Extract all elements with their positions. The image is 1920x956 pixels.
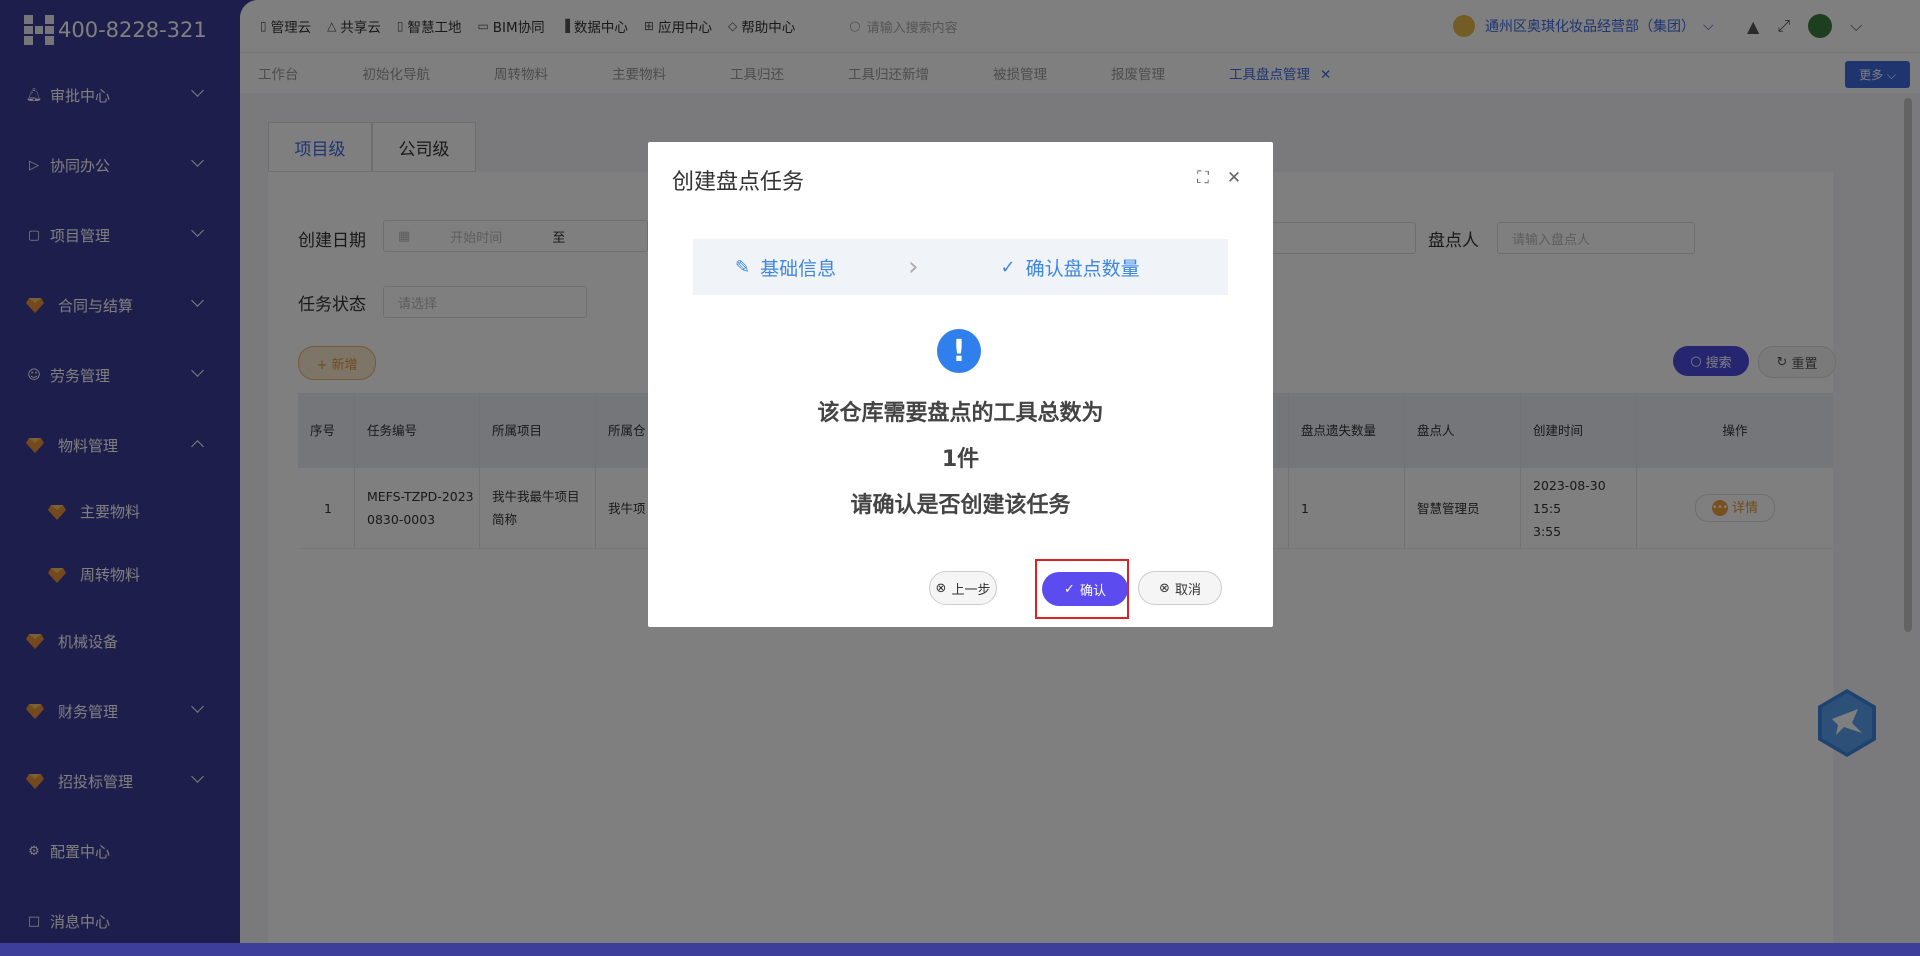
circle-x-icon: ⊗ xyxy=(935,580,947,596)
check-icon: ✓ xyxy=(1064,581,1075,597)
confirm-label: 确认 xyxy=(1079,583,1106,599)
step-confirm-quantity: ✓ 确认盘点数量 xyxy=(1001,254,1140,281)
check-circle-icon: ✓ xyxy=(1000,256,1016,278)
confirm-button[interactable]: ✓ 确认 xyxy=(1042,572,1128,606)
fullscreen-icon[interactable]: ⛶ xyxy=(1197,168,1209,188)
modal-title: 创建盘点任务 xyxy=(672,170,805,195)
step-label: 基础信息 xyxy=(760,257,837,280)
circle-x-icon: ⊗ xyxy=(1159,580,1170,596)
message-line-1: 该仓库需要盘点的工具总数为 xyxy=(817,401,1104,426)
close-icon[interactable]: ✕ xyxy=(1227,168,1241,188)
prev-label: 上一步 xyxy=(951,582,991,598)
previous-step-button[interactable]: ⊗ 上一步 xyxy=(929,571,997,605)
exclamation-icon: ! xyxy=(937,329,981,373)
cancel-button[interactable]: ⊗ 取消 xyxy=(1138,571,1222,605)
step-indicator: ✎ 基础信息 › ✓ 确认盘点数量 xyxy=(693,239,1228,295)
step-basic-info: ✎ 基础信息 xyxy=(735,254,836,281)
message-line-3: 请确认是否创建该任务 xyxy=(850,493,1071,518)
pencil-icon: ✎ xyxy=(735,256,751,278)
modal-header-icons: ⛶ ✕ xyxy=(1197,168,1241,188)
create-inventory-modal: 创建盘点任务 ⛶ ✕ ✎ 基础信息 › ✓ 确认盘点数量 ! 该仓库需要盘点的工具总… xyxy=(648,142,1273,627)
chevron-right-icon: › xyxy=(908,252,919,282)
step-label: 确认盘点数量 xyxy=(1025,257,1140,280)
cancel-label: 取消 xyxy=(1174,582,1201,598)
message-line-2: 1件 xyxy=(941,447,980,472)
